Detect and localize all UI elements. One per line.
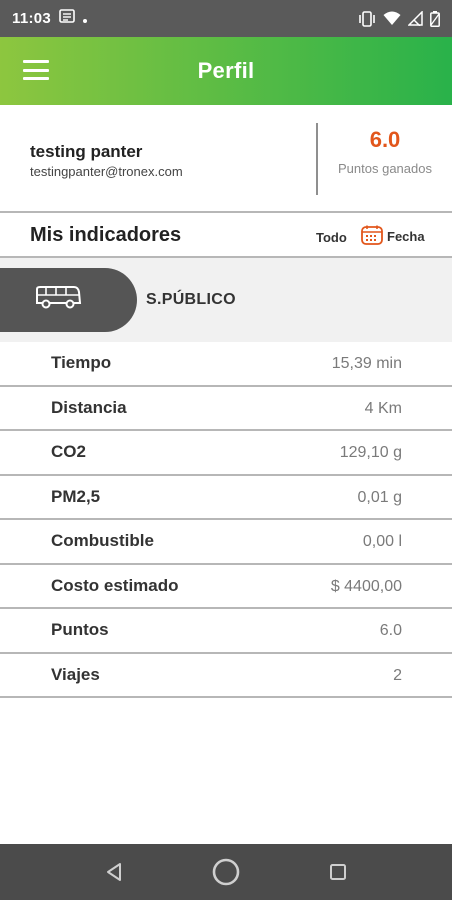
filter-date-button[interactable]: Fecha (361, 225, 425, 248)
filter-all-button[interactable]: Todo (316, 230, 347, 245)
metric-row-distancia: Distancia 4 Km (0, 387, 452, 431)
menu-line (23, 60, 49, 63)
vibrate-icon (358, 10, 376, 27)
metric-row-costo: Costo estimado $ 4400,00 (0, 565, 452, 609)
notification-icon (59, 9, 75, 28)
points-value: 6.0 (369, 127, 401, 152)
metric-label: Puntos (51, 620, 109, 639)
profile-email: testingpanter@tronex.com (30, 164, 183, 179)
metric-row-pm25: PM2,5 0,01 g (0, 476, 452, 520)
metric-row-co2: CO2 129,10 g (0, 431, 452, 476)
metric-label: CO2 (51, 442, 86, 461)
calendar-icon (361, 225, 383, 248)
home-icon[interactable] (209, 856, 243, 888)
filter-date-label: Fecha (387, 229, 425, 244)
bus-icon (34, 285, 82, 316)
metric-row-combustible: Combustible 0,00 l (0, 520, 452, 565)
transport-mode-tab[interactable] (0, 268, 137, 332)
metric-row-tiempo: Tiempo 15,39 min (0, 342, 452, 387)
profile-card: testing panter testingpanter@tronex.com … (0, 105, 452, 213)
status-time: 11:03 (12, 10, 52, 27)
back-icon[interactable] (97, 856, 131, 888)
metric-label: PM2,5 (51, 486, 101, 506)
indicators-header: Mis indicadores Todo Fecha (0, 213, 452, 258)
metric-row-puntos: Puntos 6.0 (0, 609, 452, 654)
status-left: 11:03 (12, 9, 88, 28)
metric-label: Combustible (51, 531, 154, 550)
wifi-icon (383, 11, 401, 26)
metric-value: 15,39 min (331, 355, 402, 372)
points-label-text: Puntos ganados (338, 161, 432, 176)
metrics-list: Tiempo 15,39 min Distancia 4 Km CO2 129,… (0, 342, 452, 698)
transport-mode-label: S.PÚBLICO (146, 291, 236, 308)
metric-label: Distancia (51, 397, 127, 417)
menu-line (23, 68, 49, 72)
status-right (358, 10, 440, 27)
metric-value: 129,10 g (339, 444, 402, 461)
metric-label: Viajes (51, 664, 100, 684)
recents-icon[interactable] (321, 856, 355, 888)
signal-icon (408, 11, 423, 26)
points-label: Puntos ganados (318, 160, 452, 177)
metric-label: Costo estimado (51, 575, 179, 595)
metric-value: 4 Km (364, 399, 402, 417)
page-title: Perfil (197, 58, 255, 83)
indicators-title: Mis indicadores (30, 224, 182, 246)
menu-line (23, 77, 49, 80)
metric-value: $ 4400,00 (330, 577, 402, 595)
system-nav-bar (0, 844, 452, 900)
metric-value: 0,01 g (357, 488, 402, 506)
app-bar: Perfil (0, 37, 452, 105)
metric-value: 0,00 l (362, 533, 402, 550)
metric-row-viajes: Viajes 2 (0, 654, 452, 698)
status-bar: 11:03 (0, 0, 452, 37)
profile-name: testing panter (30, 142, 143, 161)
dot-icon (83, 10, 88, 28)
metric-value: 2 (393, 666, 402, 684)
hamburger-menu-icon[interactable] (23, 60, 49, 80)
battery-icon (430, 10, 440, 27)
metric-label: Tiempo (51, 353, 112, 372)
metric-value: 6.0 (379, 622, 402, 639)
transport-row: S.PÚBLICO (0, 258, 452, 342)
